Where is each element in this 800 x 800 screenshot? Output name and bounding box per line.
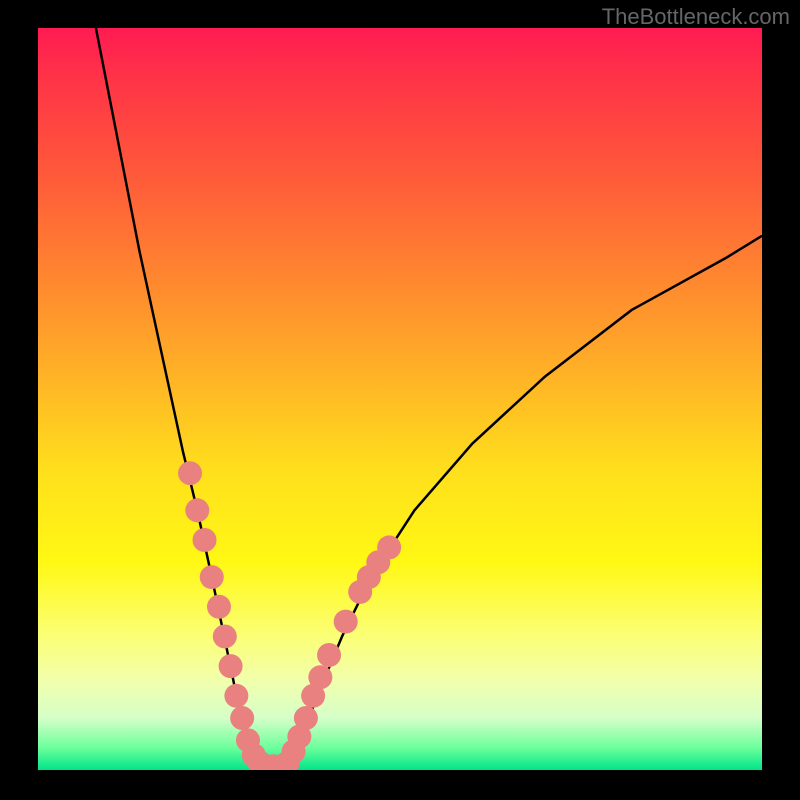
marker-point (317, 643, 341, 667)
chart-svg (38, 28, 762, 770)
marker-point (178, 461, 202, 485)
marker-point (207, 595, 231, 619)
marker-point (230, 706, 254, 730)
series-right-curve (284, 236, 762, 770)
marker-dots (178, 461, 401, 770)
marker-point (334, 610, 358, 634)
marker-point (193, 528, 217, 552)
watermark-text: TheBottleneck.com (602, 4, 790, 30)
marker-point (377, 535, 401, 559)
marker-point (200, 565, 224, 589)
marker-point (185, 498, 209, 522)
chart-plot-area (38, 28, 762, 770)
marker-point (219, 654, 243, 678)
marker-point (224, 684, 248, 708)
marker-point (294, 706, 318, 730)
marker-point (213, 624, 237, 648)
curve-lines (96, 28, 762, 770)
marker-point (308, 665, 332, 689)
